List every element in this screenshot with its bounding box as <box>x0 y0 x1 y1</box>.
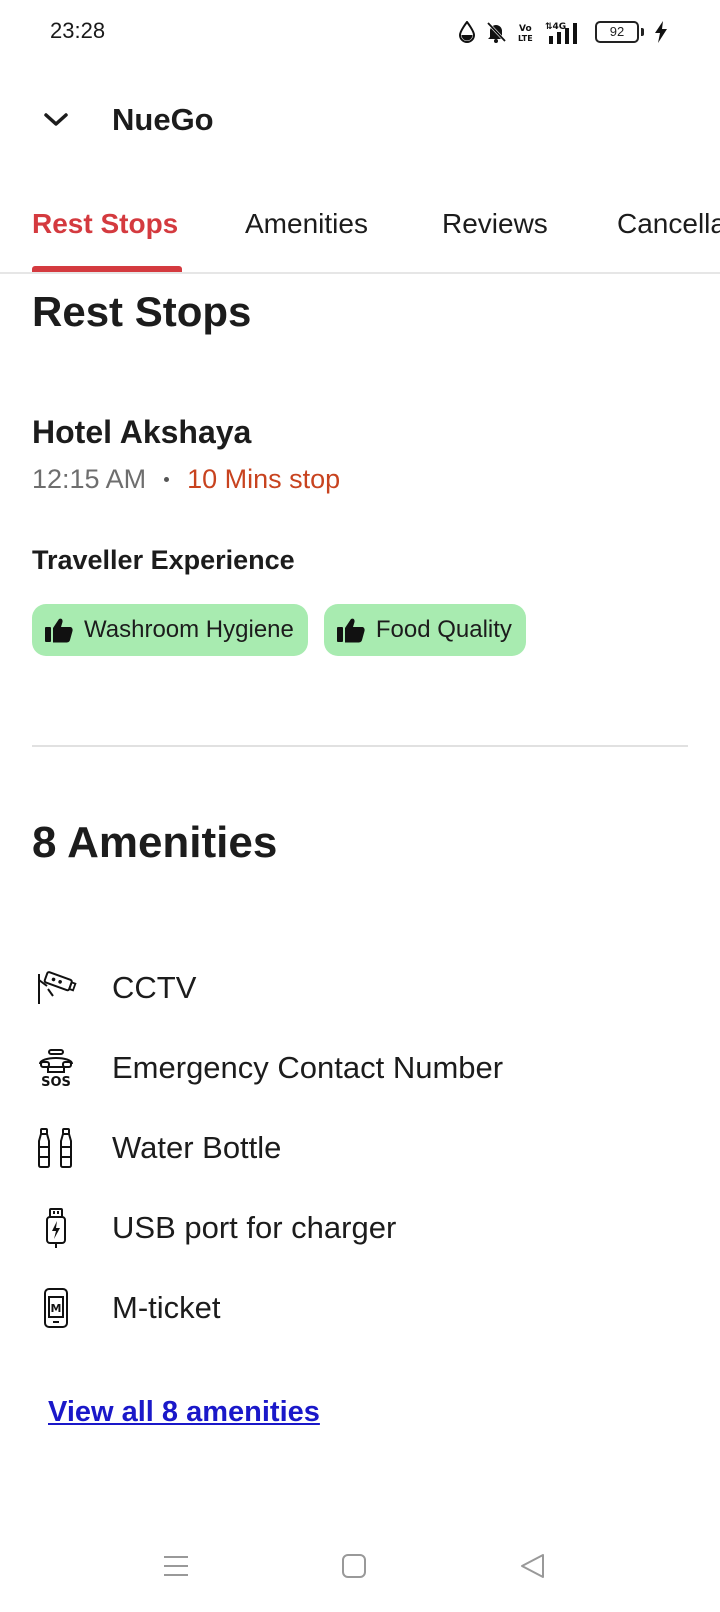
tab-amenities[interactable]: Amenities <box>245 208 368 240</box>
status-icons: Vo LTE ⇅4G 92 <box>459 18 668 46</box>
tab-bar: Rest Stops Amenities Reviews Cancella <box>0 188 720 274</box>
stop-time: 12:15 AM <box>32 464 147 494</box>
list-item: SOS Emergency Contact Number <box>32 1028 688 1108</box>
amenity-label: USB port for charger <box>112 1210 397 1245</box>
traveller-experience-label: Traveller Experience <box>32 545 295 575</box>
thumbs-up-icon <box>336 618 365 643</box>
list-item: CCTV <box>32 948 688 1028</box>
charging-bolt-icon <box>655 21 667 43</box>
back-icon[interactable] <box>510 1544 554 1588</box>
section-divider <box>32 745 688 747</box>
svg-text:M: M <box>51 1302 62 1315</box>
hotel-meta: 12:15 AM 10 Mins stop <box>32 464 340 495</box>
amenity-label: M-ticket <box>112 1290 221 1325</box>
signal-4g-icon: ⇅4G <box>545 22 577 44</box>
chip-washroom-hygiene: Washroom Hygiene <box>32 604 308 656</box>
rest-stops-heading: Rest Stops <box>32 288 252 335</box>
water-bottle-icon <box>32 1124 80 1172</box>
tab-reviews[interactable]: Reviews <box>442 208 548 240</box>
battery-level: 92 <box>595 21 639 43</box>
list-item: USB port for charger <box>32 1188 688 1268</box>
water-drop-icon <box>459 21 475 43</box>
list-item: Water Bottle <box>32 1108 688 1188</box>
view-all-amenities-link[interactable]: View all 8 amenities <box>48 1396 320 1429</box>
amenity-label: Water Bottle <box>112 1130 282 1165</box>
separator-dot <box>164 477 170 482</box>
chip-label: Washroom Hygiene <box>84 616 294 643</box>
page-title: NueGo <box>112 102 214 137</box>
amenity-label: CCTV <box>112 970 197 1005</box>
system-nav-bar <box>0 1522 720 1612</box>
home-icon[interactable] <box>332 1544 376 1588</box>
amenities-heading: 8 Amenities <box>32 818 278 867</box>
active-tab-indicator <box>32 266 182 272</box>
hotel-name: Hotel Akshaya <box>32 414 252 450</box>
experience-chips: Washroom Hygiene Food Quality <box>32 604 526 656</box>
volte-icon: VoLTE <box>518 24 533 43</box>
svg-text:Vo: Vo <box>519 24 532 34</box>
chip-label: Food Quality <box>375 616 512 643</box>
battery-indicator: 92 <box>595 21 644 43</box>
tab-rest-stops[interactable]: Rest Stops <box>32 208 178 240</box>
usb-charger-icon <box>32 1204 80 1252</box>
tab-cancellation[interactable]: Cancella <box>617 208 720 240</box>
amenity-label: Emergency Contact Number <box>112 1050 504 1085</box>
cctv-icon <box>32 964 80 1012</box>
list-item: M M-ticket <box>32 1268 688 1348</box>
svg-text:⇅4G: ⇅4G <box>545 22 566 32</box>
status-time: 23:28 <box>50 18 106 43</box>
thumbs-up-icon <box>45 618 73 643</box>
sos-icon: SOS <box>32 1044 80 1092</box>
m-ticket-icon: M <box>32 1284 80 1332</box>
stop-duration: 10 Mins stop <box>187 464 341 494</box>
chevron-down-icon[interactable] <box>36 100 76 140</box>
svg-text:LTE: LTE <box>518 34 533 43</box>
bell-off-icon <box>486 21 507 43</box>
amenities-list: CCTV SOS Emergency Contact Number Water … <box>32 948 688 1348</box>
app-header: NueGo <box>0 80 720 164</box>
status-bar: 23:28 Vo LTE ⇅4G 92 <box>0 0 720 64</box>
svg-text:SOS: SOS <box>41 1075 71 1088</box>
chip-food-quality: Food Quality <box>323 604 526 656</box>
menu-icon[interactable] <box>154 1544 198 1588</box>
